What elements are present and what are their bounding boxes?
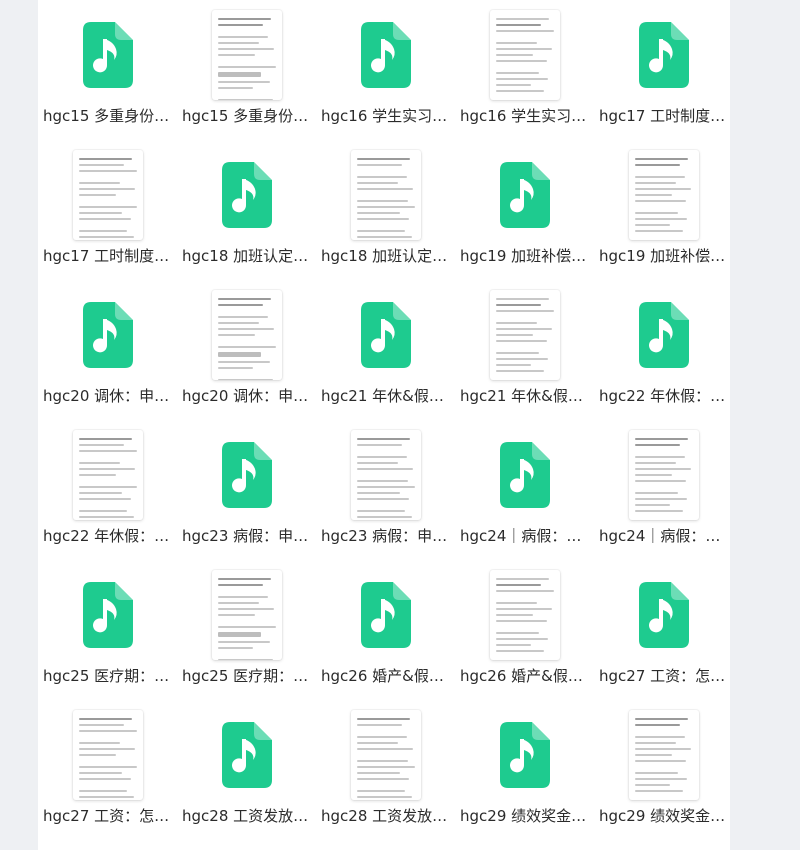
- file-tile[interactable]: hgc26 婚产&假…: [316, 560, 455, 700]
- file-tile[interactable]: hgc19 加班补偿…: [594, 140, 733, 280]
- file-tile[interactable]: hgc20 调休：申…: [177, 280, 316, 420]
- music-file-icon: [629, 570, 699, 660]
- document-thumbnail: [212, 10, 282, 100]
- file-tile[interactable]: hgc22 年休假：…: [38, 420, 177, 560]
- document-thumbnail: [73, 710, 143, 800]
- file-name: hgc18 加班认定…: [182, 247, 309, 265]
- music-file-icon: [73, 570, 143, 660]
- file-name: hgc23 病假：申…: [182, 527, 309, 545]
- file-tile[interactable]: hgc23 病假：申…: [177, 420, 316, 560]
- file-name: hgc26 婚产&假…: [460, 667, 583, 685]
- document-thumbnail: [351, 710, 421, 800]
- file-tile[interactable]: hgc18 加班认定…: [316, 140, 455, 280]
- music-file-icon: [73, 290, 143, 380]
- file-tile[interactable]: hgc28 工资发放…: [316, 700, 455, 840]
- file-name: hgc27 工资：怎…: [599, 667, 726, 685]
- file-tile[interactable]: hgc17 工时制度…: [594, 0, 733, 140]
- file-tile[interactable]: hgc29 绩效奖金…: [594, 700, 733, 840]
- file-tile[interactable]: hgc27 工资：怎…: [594, 560, 733, 700]
- file-tile[interactable]: hgc20 调休：申…: [38, 280, 177, 420]
- file-tile[interactable]: hgc21 年休&假…: [455, 280, 594, 420]
- file-name: hgc15 多重身份…: [43, 107, 170, 125]
- file-name: hgc18 加班认定…: [321, 247, 448, 265]
- music-file-icon: [629, 290, 699, 380]
- music-file-icon: [212, 430, 282, 520]
- file-tile[interactable]: hgc17 工时制度…: [38, 140, 177, 280]
- file-name: hgc22 年休假：…: [599, 387, 726, 405]
- file-grid-panel: hgc15 多重身份… hgc15 多重身份… hgc16 学生实习… hgc16 学…: [38, 0, 730, 850]
- document-thumbnail: [490, 290, 560, 380]
- music-file-icon: [629, 10, 699, 100]
- file-tile[interactable]: hgc28 工资发放…: [177, 700, 316, 840]
- file-tile[interactable]: hgc22 年休假：…: [594, 280, 733, 420]
- document-thumbnail: [490, 10, 560, 100]
- file-name: hgc24｜病假：…: [599, 527, 721, 545]
- file-name: hgc16 学生实习…: [460, 107, 587, 125]
- file-name: hgc16 学生实习…: [321, 107, 448, 125]
- file-tile[interactable]: hgc25 医疗期：…: [177, 560, 316, 700]
- file-tile[interactable]: hgc26 婚产&假…: [455, 560, 594, 700]
- music-file-icon: [212, 710, 282, 800]
- document-thumbnail: [212, 290, 282, 380]
- document-thumbnail: [73, 150, 143, 240]
- music-file-icon: [212, 150, 282, 240]
- file-tile[interactable]: hgc16 学生实习…: [316, 0, 455, 140]
- file-name: hgc19 加班补偿…: [599, 247, 726, 265]
- music-file-icon: [73, 10, 143, 100]
- music-file-icon: [490, 710, 560, 800]
- file-tile[interactable]: hgc24｜病假：…: [594, 420, 733, 560]
- file-name: hgc24｜病假：…: [460, 527, 582, 545]
- file-name: hgc27 工资：怎…: [43, 807, 170, 825]
- file-name: hgc28 工资发放…: [321, 807, 448, 825]
- music-file-icon: [351, 570, 421, 660]
- file-name: hgc25 医疗期：…: [182, 667, 309, 685]
- file-name: hgc23 病假：申…: [321, 527, 448, 545]
- file-tile[interactable]: hgc25 医疗期：…: [38, 560, 177, 700]
- document-thumbnail: [351, 150, 421, 240]
- file-name: hgc25 医疗期：…: [43, 667, 170, 685]
- document-thumbnail: [629, 150, 699, 240]
- file-tile[interactable]: hgc15 多重身份…: [38, 0, 177, 140]
- file-name: hgc29 绩效奖金…: [460, 807, 587, 825]
- music-file-icon: [490, 430, 560, 520]
- file-tile[interactable]: hgc18 加班认定…: [177, 140, 316, 280]
- document-thumbnail: [212, 570, 282, 660]
- file-name: hgc15 多重身份…: [182, 107, 309, 125]
- music-file-icon: [351, 10, 421, 100]
- document-thumbnail: [490, 570, 560, 660]
- file-name: hgc20 调休：申…: [43, 387, 170, 405]
- file-tile[interactable]: hgc19 加班补偿…: [455, 140, 594, 280]
- document-thumbnail: [73, 430, 143, 520]
- file-tile[interactable]: hgc21 年休&假…: [316, 280, 455, 420]
- music-file-icon: [351, 290, 421, 380]
- file-name: hgc28 工资发放…: [182, 807, 309, 825]
- file-name: hgc22 年休假：…: [43, 527, 170, 545]
- file-name: hgc20 调休：申…: [182, 387, 309, 405]
- document-thumbnail: [629, 710, 699, 800]
- file-name: hgc21 年休&假…: [460, 387, 583, 405]
- file-tile[interactable]: hgc16 学生实习…: [455, 0, 594, 140]
- file-name: hgc26 婚产&假…: [321, 667, 444, 685]
- music-file-icon: [490, 150, 560, 240]
- file-name: hgc17 工时制度…: [43, 247, 170, 265]
- file-name: hgc29 绩效奖金…: [599, 807, 726, 825]
- file-tile[interactable]: hgc27 工资：怎…: [38, 700, 177, 840]
- file-name: hgc19 加班补偿…: [460, 247, 587, 265]
- document-thumbnail: [351, 430, 421, 520]
- file-tile[interactable]: hgc15 多重身份…: [177, 0, 316, 140]
- file-name: hgc21 年休&假…: [321, 387, 444, 405]
- file-name: hgc17 工时制度…: [599, 107, 726, 125]
- file-tile[interactable]: hgc24｜病假：…: [455, 420, 594, 560]
- file-tile[interactable]: hgc23 病假：申…: [316, 420, 455, 560]
- file-tile[interactable]: hgc29 绩效奖金…: [455, 700, 594, 840]
- file-grid: hgc15 多重身份… hgc15 多重身份… hgc16 学生实习… hgc16 学…: [38, 0, 730, 840]
- document-thumbnail: [629, 430, 699, 520]
